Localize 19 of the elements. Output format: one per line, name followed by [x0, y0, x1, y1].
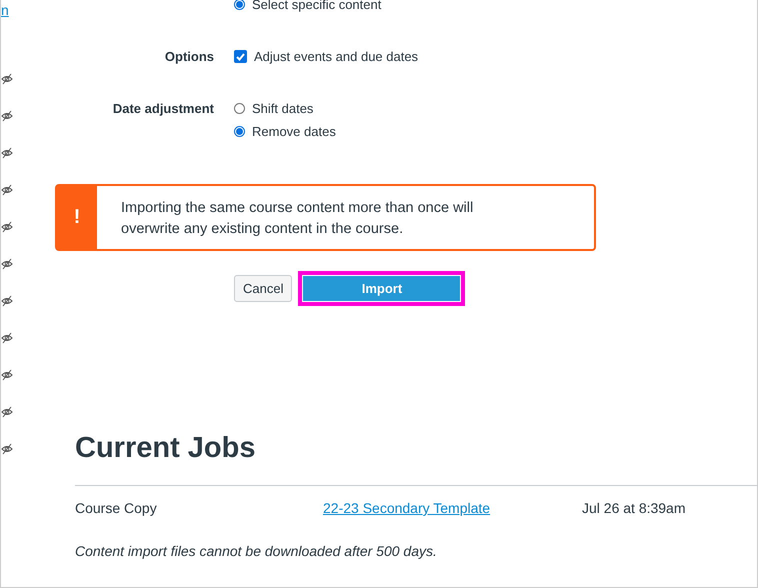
alert-message: Importing the same course content more than once will overwrite any existing content in the course.: [120, 199, 474, 239]
checkbox[interactable]: [234, 50, 247, 63]
source-link[interactable]: 22-23 Secondary Template: [323, 500, 490, 516]
field-label: Date adjustment: [112, 101, 215, 116]
option-label: Shift dates: [252, 101, 314, 116]
radio-button[interactable]: [234, 103, 245, 114]
field-label: Options: [164, 49, 215, 64]
option-label: Remove dates: [252, 124, 336, 139]
cancel-button[interactable]: Cancel: [234, 275, 292, 302]
import-button[interactable]: Import: [298, 271, 466, 306]
footnote: Content import files cannot be downloaded after 500 days.: [75, 543, 438, 559]
section-heading: Current Jobs: [75, 432, 256, 465]
warning-icon: !: [57, 186, 97, 249]
checkbox-label: Adjust events and due dates: [254, 49, 418, 64]
job-date: Jul 26 at 8:39am: [582, 500, 686, 516]
radio-button[interactable]: [234, 0, 245, 10]
radio-button[interactable]: [234, 126, 245, 137]
sidebar-link[interactable]: n: [1, 2, 9, 18]
job-type: Course Copy: [75, 500, 158, 516]
